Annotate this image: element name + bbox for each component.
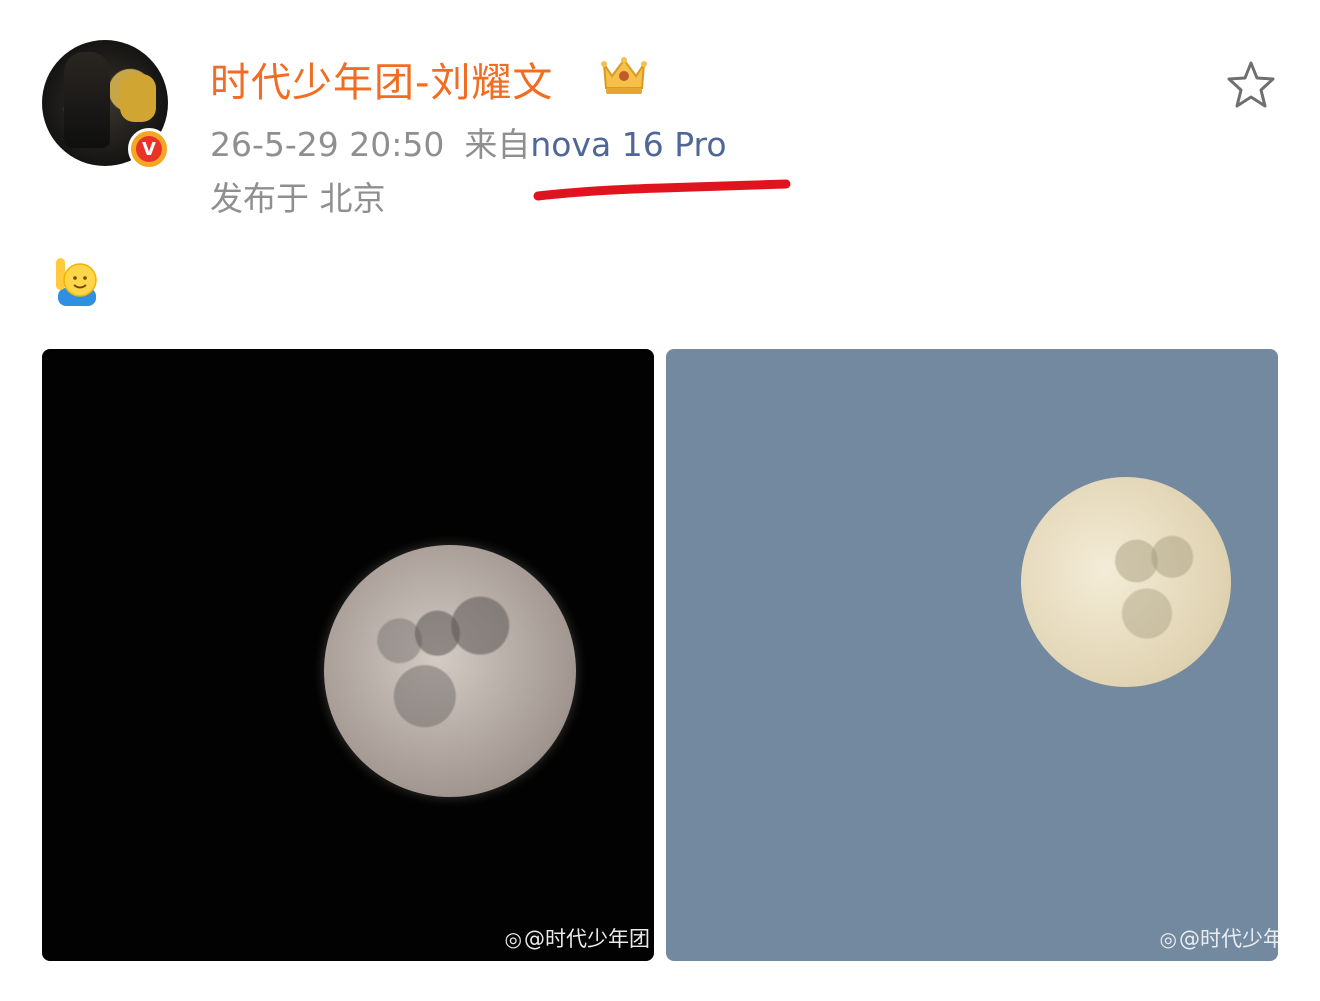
moon — [1021, 477, 1231, 687]
verified-v-badge-icon: V — [128, 128, 170, 170]
image-watermark: ◎@时代少年团 — [505, 923, 650, 953]
raising-hand-emoji-icon — [56, 258, 97, 306]
avatar-figure — [64, 52, 110, 148]
moon-photo-night[interactable]: ◎@时代少年团 — [42, 349, 654, 961]
watermark-text: @时代少年团 — [524, 927, 650, 951]
image-watermark: ◎@时代少年 — [1160, 923, 1278, 953]
post-meta: 26-5-29 20:50 来自nova 16 Pro — [210, 118, 727, 166]
red-underline-annotation — [533, 179, 791, 201]
username[interactable]: 时代少年团-刘耀文 — [210, 50, 553, 108]
source-prefix: 来自 — [464, 125, 531, 164]
weibo-logo-icon: ◎ — [1159, 927, 1177, 951]
verified-badge-label: V — [136, 136, 162, 162]
device-link[interactable]: nova 16 Pro — [530, 125, 726, 164]
moon — [324, 545, 576, 797]
weibo-logo-icon: ◎ — [504, 927, 522, 951]
avatar-figure-yellow — [120, 74, 156, 122]
post-location: 发布于 北京 — [210, 179, 386, 218]
post-timestamp: 26-5-29 20:50 — [210, 125, 445, 164]
watermark-text: @时代少年 — [1179, 927, 1278, 951]
star-icon[interactable] — [1224, 58, 1278, 112]
moon-photo-day[interactable]: ◎@时代少年 — [666, 349, 1278, 961]
crown-icon — [601, 57, 647, 94]
